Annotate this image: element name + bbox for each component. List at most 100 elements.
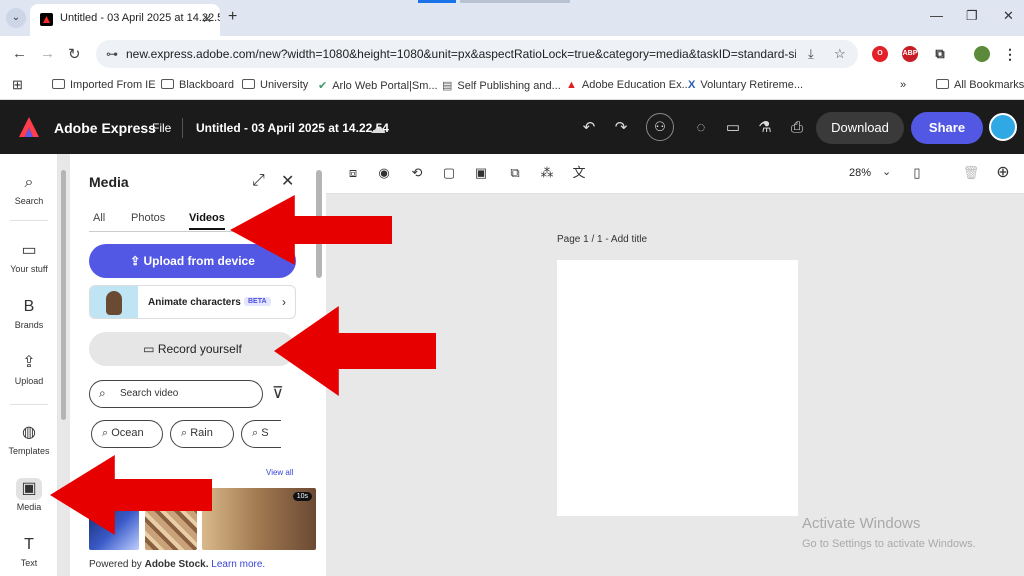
artboard-page[interactable] [557,260,798,516]
window-close-button[interactable]: ✕ [1003,8,1014,24]
animate-icon[interactable]: ⁂ [538,164,556,182]
comment-icon[interactable]: ▭ [722,117,744,139]
tab-close-icon[interactable]: ✕ [202,12,212,26]
rail-item-brands[interactable]: B Brands [0,296,58,330]
bookmark-item[interactable]: X Voluntary Retireme... [688,79,803,91]
browser-menu-icon[interactable]: ⋮ [1002,46,1018,62]
url-text[interactable]: new.express.adobe.com/new?width=1080&hei… [126,47,796,61]
bookmark-item[interactable]: ✔ Arlo Web Portal|Sm... [318,79,438,92]
all-bookmarks[interactable]: All Bookmarks [936,79,1024,91]
print-icon[interactable]: ⎙ [786,117,808,139]
learn-more-link[interactable]: Learn more. [211,559,265,570]
rail-item-text[interactable]: T Text [0,534,58,568]
upload-from-device-button[interactable]: ⇪ Upload from device [89,244,296,278]
duplicate-icon[interactable]: ⧉ [506,164,524,182]
rail-item-search[interactable]: ⌕ Search [0,172,58,206]
adobe-icon: ▲ [566,79,577,91]
pages-icon[interactable]: ▯ [908,164,926,182]
share-button[interactable]: Share [911,112,983,144]
theme-palette-icon[interactable]: ◉ [375,164,393,182]
omnibox[interactable]: ⊶ new.express.adobe.com/new?width=1080&h… [96,40,858,68]
video-thumbnail[interactable]: 10s [202,488,316,550]
background-icon[interactable]: ▣ [472,164,490,182]
app-header: Adobe Express File Untitled - 03 April 2… [0,100,1024,154]
chevron-down-icon[interactable]: ⌄ [882,165,891,178]
rail-scrollbar[interactable] [61,170,66,420]
translate-icon[interactable]: 文 [570,164,588,182]
expand-icon[interactable]: ⤢ [252,172,265,190]
bookmark-star-icon[interactable]: ☆ [834,46,846,62]
document-title[interactable]: Untitled - 03 April 2025 at 14.22.54 [196,121,389,135]
opera-extension-icon[interactable]: O [872,46,888,62]
square-icon[interactable]: ▢ [440,164,458,182]
add-page-icon[interactable]: ⊕ [994,164,1012,182]
bookmarks-overflow[interactable]: » [900,79,906,91]
tab-photos[interactable]: Photos [131,212,165,224]
templates-icon: ◍ [22,424,36,441]
folder-icon [242,79,255,89]
rail-divider [10,404,48,405]
filter-icon[interactable]: ⊽ [272,383,284,403]
download-button[interactable]: Download [816,112,904,144]
undo-icon[interactable]: ↶ [578,117,600,139]
view-all-link[interactable]: View all [266,468,293,477]
bookmark-item[interactable]: Blackboard [161,79,234,91]
beta-badge: BETA [244,297,271,306]
zoom-level[interactable]: 28% [849,167,871,179]
tab-all[interactable]: All [93,212,105,224]
rail-item-templates[interactable]: ◍ Templates [0,422,58,456]
site-info-icon[interactable]: ⊶ [106,47,118,61]
search-video-input[interactable]: ⌕ Search video [89,380,263,408]
tab-search-button[interactable]: ⌄ [6,8,26,28]
tab-title: Untitled - 03 April 2025 at 14.22.54 [60,12,220,24]
search-icon: ⌕ [252,427,262,439]
animate-label: Animate characters [148,297,241,308]
invite-collaborator-icon[interactable]: ⚇ [646,113,674,141]
apps-grid-icon[interactable]: ⊞ [12,77,23,93]
bookmark-item[interactable]: ▤ Self Publishing and... [442,79,561,92]
character-thumbnail [90,286,138,318]
file-menu[interactable]: File [152,121,171,135]
rail-item-media[interactable]: ▣ Media [0,478,58,512]
restore-button[interactable]: ❐ [966,8,978,24]
new-tab-button[interactable]: + [228,8,237,26]
trash-icon[interactable]: 🗑 [962,164,980,182]
resize-icon[interactable]: ⧈ [344,164,362,182]
chip-ocean[interactable]: ⌕ Ocean [91,420,163,448]
page-label[interactable]: Page 1 / 1 - Add title [557,234,647,245]
cloud-upload-icon: ⇪ [130,254,144,268]
video-camera-icon: ▭ [143,342,158,356]
cloud-sync-icon[interactable]: ☁ [370,118,386,138]
bookmark-item[interactable]: University [242,79,308,91]
rail-label: Text [20,558,38,568]
minimize-button[interactable]: — [930,8,943,23]
shapes-icon[interactable]: ⟲ [408,164,426,182]
record-yourself-button[interactable]: ▭ Record yourself [89,332,296,366]
install-app-icon[interactable]: ⤓ [808,46,814,62]
browser-tab-strip: ⌄ Untitled - 03 April 2025 at 14.22.54 ✕… [0,0,1024,36]
adblock-extension-icon[interactable]: ABP [902,46,918,62]
back-button[interactable]: ← [12,45,27,62]
bookmark-item[interactable]: ▲ Adobe Education Ex... [566,79,691,91]
lightbulb-icon[interactable]: ◌ [690,117,712,139]
bookmark-item[interactable]: Imported From IE [52,79,156,91]
profile-avatar[interactable] [974,46,990,62]
arlo-icon: ✔ [318,80,328,92]
browser-tab-active[interactable]: Untitled - 03 April 2025 at 14.22.54 ✕ [30,4,220,36]
chip-rain[interactable]: ⌕ Rain [170,420,234,448]
user-avatar[interactable] [989,113,1017,141]
chip-label: Rain [190,427,213,439]
tab-videos[interactable]: Videos [189,212,225,230]
animate-characters-card[interactable]: Animate characters BETA › [89,285,296,319]
close-icon[interactable]: ✕ [281,171,294,191]
rail-item-upload[interactable]: ⇪ Upload [0,352,58,386]
rail-item-your-stuff[interactable]: ▭ Your stuff [0,240,58,274]
reload-button[interactable]: ↻ [68,45,81,63]
redo-icon[interactable]: ↷ [610,117,632,139]
extensions-puzzle-icon[interactable]: ⧉ [932,46,948,62]
chip-more[interactable]: ⌕ S [241,420,281,448]
flask-icon[interactable]: ⚗ [754,117,776,139]
chip-label: Ocean [111,427,144,439]
adobe-express-logo-icon[interactable] [18,116,40,138]
forward-button[interactable]: → [40,45,55,62]
